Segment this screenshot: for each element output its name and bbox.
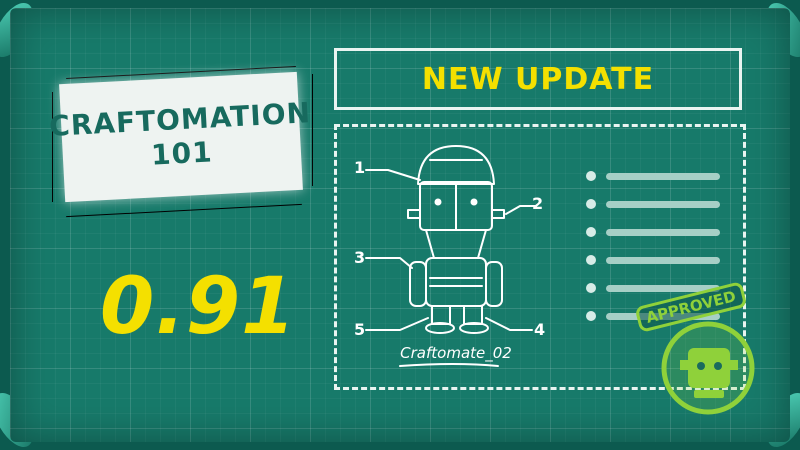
bullet-dot-icon <box>586 227 596 237</box>
robot-helmet <box>417 145 495 185</box>
caption-underline <box>399 363 499 367</box>
robot-sketch: Craftomate_02 <box>365 145 537 367</box>
placeholder-line <box>606 172 720 180</box>
bullet-dot-icon <box>586 199 596 209</box>
new-update-banner: NEW UPDATE <box>334 48 742 110</box>
bullet-dot-icon <box>586 255 596 265</box>
title-line-2: 101 <box>150 135 214 172</box>
dimension-line <box>312 74 313 186</box>
robot-bolt <box>491 209 505 219</box>
robot-eye <box>434 198 442 206</box>
callout-line-3 <box>365 257 413 269</box>
robot-leg <box>463 305 483 325</box>
placeholder-line <box>606 200 720 208</box>
robot-body <box>425 257 487 307</box>
callout-4: 4 <box>534 320 546 339</box>
update-note-item <box>586 190 720 218</box>
callout-line-1 <box>365 169 421 181</box>
robot-bolt <box>407 209 421 219</box>
robot-leg <box>431 305 451 325</box>
approved-stamp <box>661 321 755 415</box>
robot-arm <box>485 261 503 307</box>
update-note-item <box>586 218 720 246</box>
callout-line-5 <box>365 317 429 331</box>
robot-caption: Craftomate_02 <box>400 344 512 363</box>
callout-2: 2 <box>532 194 544 213</box>
callout-5: 5 <box>354 320 366 339</box>
update-screen: CRAFTOMATION 101 0.91 NEW UPDATE Craftom… <box>0 0 800 450</box>
callout-line-4 <box>485 317 533 331</box>
bullet-dot-icon <box>586 283 596 293</box>
update-note-item <box>586 162 720 190</box>
title-card: CRAFTOMATION 101 <box>48 71 312 203</box>
placeholder-line <box>606 228 720 236</box>
callout-1: 1 <box>354 158 366 177</box>
bullet-dot-icon <box>586 311 596 321</box>
banner-title: NEW UPDATE <box>421 61 655 97</box>
version-number: 0.91 <box>100 262 297 352</box>
dimension-line <box>52 92 53 202</box>
robot-jaw <box>425 229 487 259</box>
callout-3: 3 <box>354 248 366 267</box>
update-note-item <box>586 246 720 274</box>
robot-eye <box>470 198 478 206</box>
placeholder-line <box>606 256 720 264</box>
bullet-dot-icon <box>586 171 596 181</box>
